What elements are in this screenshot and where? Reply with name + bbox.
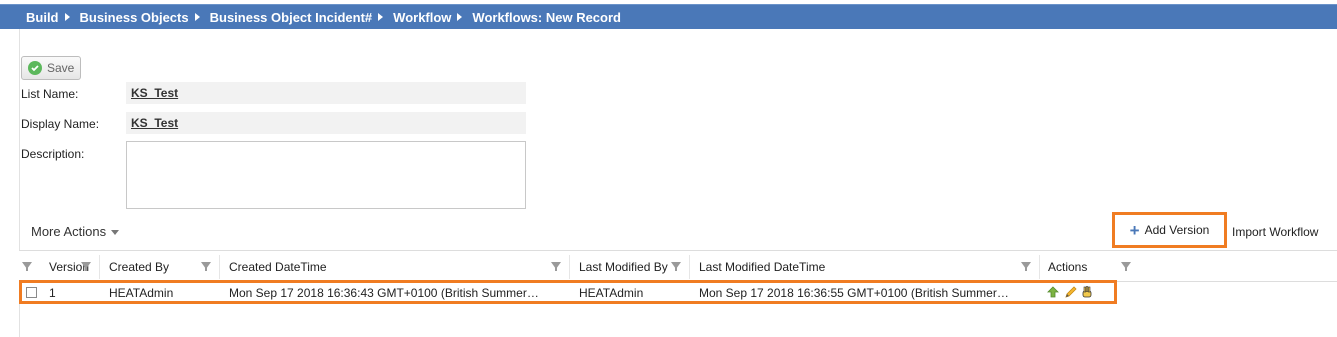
filter-icon[interactable] xyxy=(1021,262,1031,271)
breadcrumb-workflow[interactable]: Workflow xyxy=(393,10,451,25)
column-divider xyxy=(689,255,690,279)
more-actions-menu[interactable]: More Actions xyxy=(31,224,120,239)
chevron-right-icon xyxy=(194,13,200,21)
breadcrumb-workflows-new-record[interactable]: Workflows: New Record xyxy=(472,10,621,25)
column-header-actions: Actions xyxy=(1048,260,1088,274)
list-name-label: List Name: xyxy=(21,87,79,101)
chevron-right-icon xyxy=(378,13,384,21)
breadcrumb-business-object-incident[interactable]: Business Object Incident# xyxy=(210,10,373,25)
column-divider xyxy=(569,255,570,279)
filter-icon[interactable] xyxy=(1121,262,1131,271)
list-name-value: KS_Test xyxy=(131,86,179,100)
column-header-created-by[interactable]: Created By xyxy=(109,260,169,274)
display-name-label: Display Name: xyxy=(21,117,100,131)
breadcrumb: Build Business Objects Business Object I… xyxy=(0,4,1337,29)
caret-down-icon xyxy=(111,230,120,235)
description-field[interactable] xyxy=(126,141,526,209)
column-divider xyxy=(1039,255,1040,279)
filter-icon[interactable] xyxy=(551,262,561,271)
filter-icon[interactable] xyxy=(81,262,91,271)
row-highlight-box xyxy=(19,280,1117,304)
add-version-button[interactable]: + Add Version xyxy=(1112,212,1227,248)
chevron-right-icon xyxy=(457,13,463,21)
column-header-last-modified-by[interactable]: Last Modified By xyxy=(579,260,668,274)
description-label: Description: xyxy=(21,147,85,161)
column-header-last-modified-datetime[interactable]: Last Modified DateTime xyxy=(699,260,825,274)
chevron-right-icon xyxy=(64,13,70,21)
breadcrumb-business-objects[interactable]: Business Objects xyxy=(80,10,189,25)
grid-header: Version Created By Created DateTime Last… xyxy=(19,250,1337,282)
save-button-label: Save xyxy=(47,61,75,75)
import-workflow-button[interactable]: Import Workflow xyxy=(1232,225,1318,239)
column-header-created-datetime[interactable]: Created DateTime xyxy=(229,260,327,274)
display-name-value: KS_Test xyxy=(131,116,179,130)
more-actions-label: More Actions xyxy=(31,224,107,239)
column-divider xyxy=(219,255,220,279)
list-name-field[interactable]: KS_Test xyxy=(126,82,526,104)
plus-icon: + xyxy=(1129,220,1140,240)
filter-icon[interactable] xyxy=(201,262,211,271)
breadcrumb-build[interactable]: Build xyxy=(26,10,59,25)
save-button[interactable]: Save xyxy=(21,56,81,80)
check-circle-icon xyxy=(28,61,42,75)
column-divider xyxy=(99,255,100,279)
display-name-field[interactable]: KS_Test xyxy=(126,112,526,134)
filter-icon[interactable] xyxy=(22,262,32,271)
filter-icon[interactable] xyxy=(671,262,681,271)
add-version-label: Add Version xyxy=(1144,223,1210,237)
